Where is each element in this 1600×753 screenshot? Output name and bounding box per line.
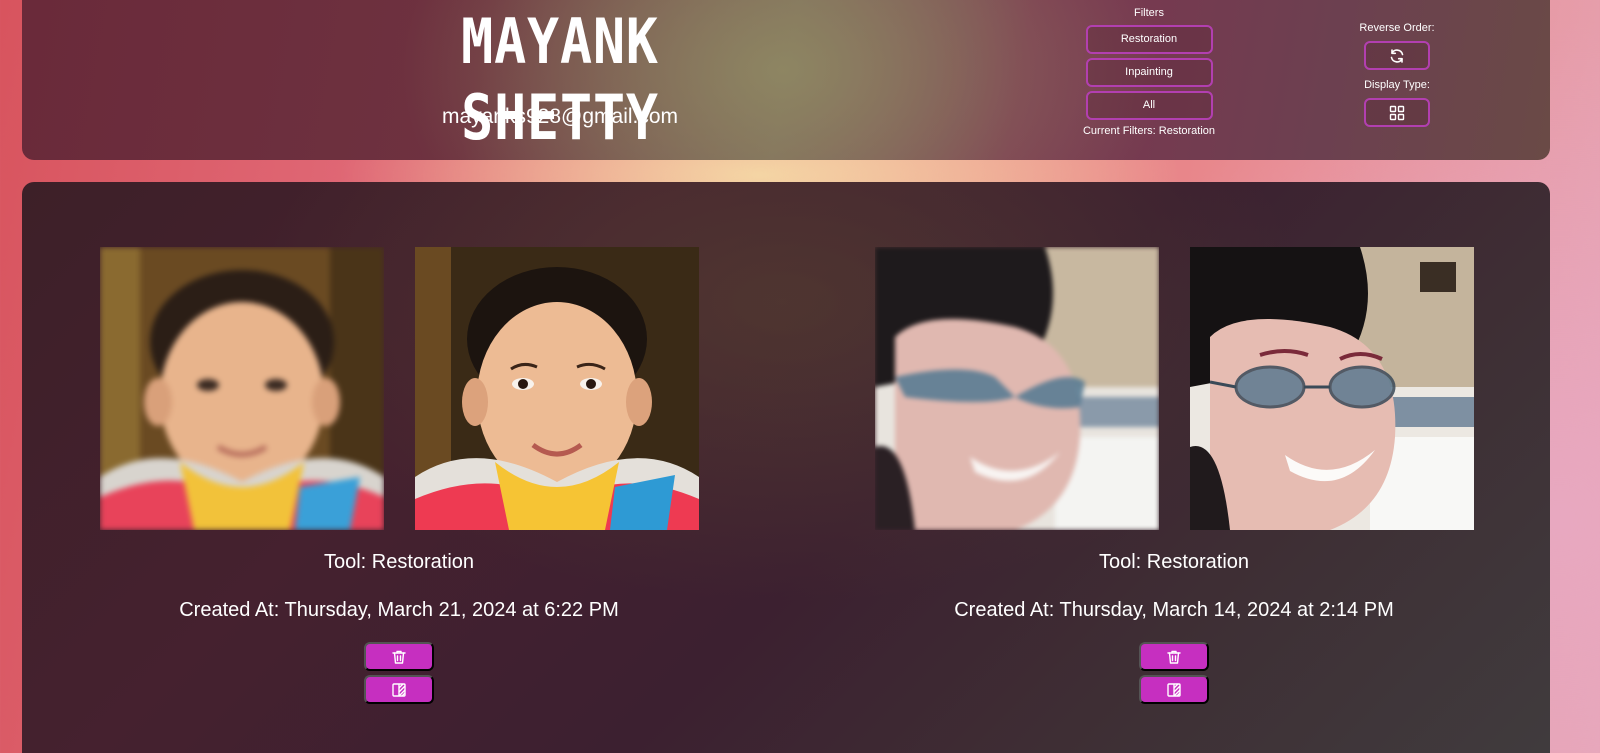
restored-image[interactable]: [1189, 247, 1474, 530]
result-card: Tool: Restoration Created At: Thursday, …: [99, 247, 699, 704]
current-filters-text: Current Filters: Restoration: [1082, 125, 1216, 137]
delete-button[interactable]: [1139, 642, 1209, 671]
card-actions: [99, 642, 699, 704]
trash-icon: [1167, 650, 1181, 664]
reverse-order-label: Reverse Order:: [1359, 22, 1435, 34]
created-at: Created At: Thursday, March 21, 2024 at …: [179, 599, 619, 621]
original-image[interactable]: [874, 247, 1159, 530]
display-type-label: Display Type:: [1364, 79, 1430, 91]
original-image[interactable]: [99, 247, 384, 530]
image-pair: [874, 247, 1474, 530]
card-actions: [874, 642, 1474, 704]
refresh-icon: [1390, 48, 1404, 63]
result-card: Tool: Restoration Created At: Thursday, …: [874, 247, 1474, 704]
delete-button[interactable]: [364, 642, 434, 671]
created-at: Created At: Thursday, March 14, 2024 at …: [954, 599, 1394, 621]
tool-label: Tool: Restoration: [323, 551, 475, 573]
profile-header: MAYANK SHETTY mayanks928@gmail.com Filte…: [22, 0, 1550, 160]
restored-image[interactable]: [414, 247, 699, 530]
results-panel: Tool: Restoration Created At: Thursday, …: [22, 182, 1550, 753]
trash-icon: [392, 650, 406, 664]
filters-panel: Filters Restoration Inpainting All Curre…: [1056, 6, 1242, 138]
filters-title: Filters: [1134, 7, 1164, 19]
compare-icon: [392, 682, 406, 697]
filter-inpainting-button[interactable]: Inpainting: [1085, 58, 1213, 87]
display-controls: Reverse Order: Display Type:: [1340, 20, 1454, 134]
image-pair: [99, 247, 699, 530]
compare-button[interactable]: [1139, 675, 1209, 704]
filter-all-button[interactable]: All: [1085, 91, 1213, 120]
compare-icon: [1167, 682, 1181, 697]
reverse-order-button[interactable]: [1364, 41, 1430, 70]
user-email: mayanks928@gmail.com: [441, 105, 679, 128]
filter-restoration-button[interactable]: Restoration: [1085, 25, 1213, 54]
display-type-button[interactable]: [1364, 98, 1430, 127]
grid-icon: [1389, 105, 1405, 120]
compare-button[interactable]: [364, 675, 434, 704]
tool-label: Tool: Restoration: [1098, 551, 1250, 573]
